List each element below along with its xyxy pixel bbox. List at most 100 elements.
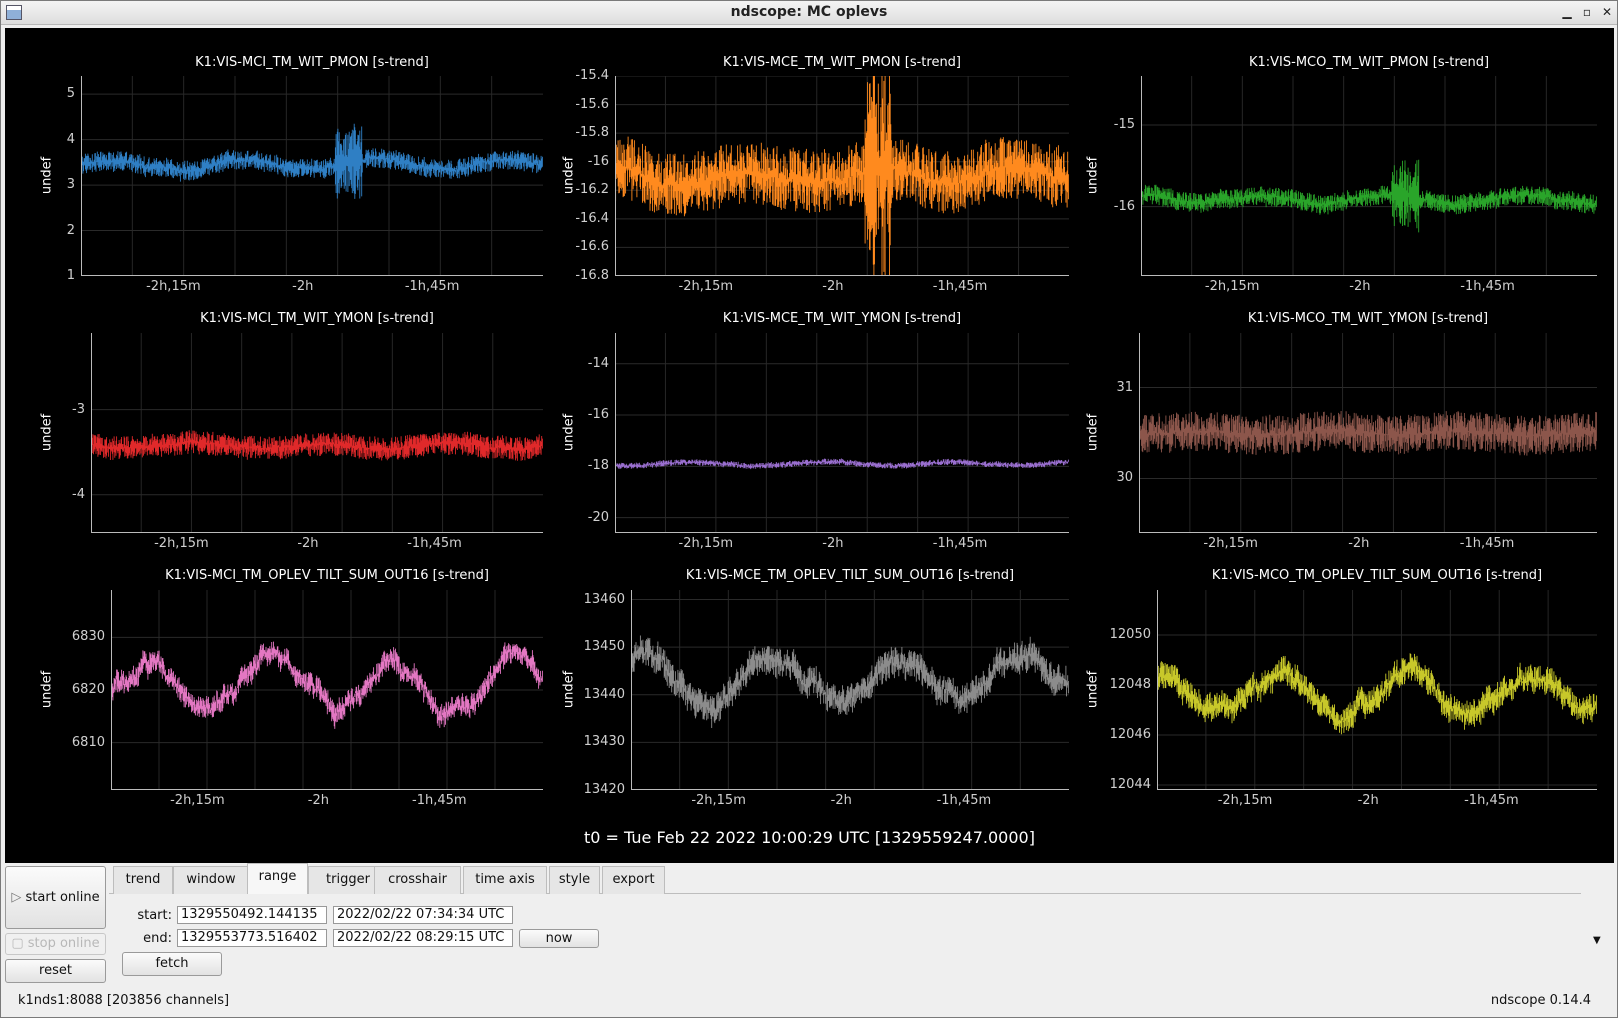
trend-trace [91, 430, 543, 461]
x-tick-label: -2h [1349, 279, 1371, 294]
play-icon: ▷ [11, 890, 26, 905]
end-utc-field[interactable]: 2022/02/22 08:29:15 UTC [333, 929, 513, 947]
x-tick-label: -2h,15m [170, 793, 225, 808]
x-tick-label: -2h [822, 536, 844, 551]
x-tick-label: -1h,45m [412, 793, 467, 808]
start-online-label: start online [25, 890, 100, 905]
start-online-button[interactable]: ▷ start online [5, 866, 106, 929]
y-tick-label: 6820 [71, 682, 105, 697]
t0-label: t0 = Tue Feb 22 2022 10:00:29 UTC [13295… [584, 828, 1035, 847]
y-tick-label: 5 [66, 86, 75, 102]
x-tick-label: -2h,15m [678, 536, 734, 551]
x-tick-label: -1h,45m [932, 536, 988, 551]
x-tick-label: -1h,45m [404, 279, 460, 294]
app-window: ndscope: MC oplevs ▁ ▫ ✕ t0 = Tue Feb 22… [0, 0, 1618, 1018]
end-gps-field[interactable]: 1329553773.516402 [177, 929, 327, 947]
x-tick-label: -1h,45m [932, 279, 988, 294]
y-tick-label: 13420 [583, 782, 625, 797]
y-tick-label: 12048 [1109, 677, 1151, 692]
y-tick-label: -20 [587, 509, 609, 525]
tab-time-axis[interactable]: time axis [463, 866, 547, 894]
panel-title: K1:VIS-MCI_TM_WIT_YMON [s-trend] [200, 311, 434, 326]
minimize-icon[interactable]: ▁ [1558, 3, 1576, 21]
y-tick-label: -3 [72, 401, 85, 417]
x-tick-label: -2h,15m [146, 279, 201, 294]
x-tick-label: -2h,15m [1217, 793, 1273, 808]
panel-title: K1:VIS-MCO_TM_WIT_PMON [s-trend] [1248, 55, 1490, 70]
start-gps-field[interactable]: 1329550492.144135 [177, 906, 327, 924]
trend-trace [1139, 411, 1597, 456]
grid [1141, 76, 1597, 276]
x-tick-label: -2h [297, 536, 319, 551]
x-tick-label: -2h [292, 279, 314, 294]
y-tick-label: 6830 [71, 629, 105, 645]
tab-trend[interactable]: trend [113, 866, 173, 894]
trend-trace [81, 123, 543, 199]
version-label: ndscope 0.14.4 [1490, 993, 1591, 1008]
dropdown-arrow-icon[interactable]: ▼ [1593, 935, 1601, 946]
x-tick-label: -1h,45m [1460, 279, 1515, 294]
grid [91, 333, 543, 533]
tab-range[interactable]: range [247, 863, 308, 894]
close-icon[interactable]: ✕ [1598, 3, 1616, 21]
y-tick-label: 30 [1116, 470, 1133, 486]
x-tick-label: -2h,15m [1204, 279, 1260, 294]
trend-trace [111, 641, 543, 729]
panel-title: K1:VIS-MCE_TM_WIT_YMON [s-trend] [722, 311, 962, 326]
trend-trace [631, 635, 1069, 728]
end-label: end: [143, 931, 172, 946]
tab-export[interactable]: export [602, 866, 665, 894]
trend-trace [1141, 159, 1597, 233]
title-bar[interactable]: ndscope: MC oplevs ▁ ▫ ✕ [1, 1, 1617, 25]
x-tick-label: -2h [1348, 536, 1370, 551]
maximize-icon[interactable]: ▫ [1578, 3, 1596, 21]
grid [81, 76, 543, 276]
panel-title: K1:VIS-MCE_TM_OPLEV_TILT_SUM_OUT16 [s-tr… [685, 568, 1015, 583]
y-tick-label: -15 [1113, 116, 1135, 132]
y-tick-label: -16.6 [575, 239, 609, 255]
x-tick-label: -2h,15m [154, 536, 209, 551]
y-tick-label: -15.6 [575, 96, 609, 112]
trend-plot[interactable] [81, 76, 543, 276]
x-tick-label: -1h,45m [1459, 536, 1515, 551]
trend-plot[interactable] [111, 590, 543, 790]
trend-plot[interactable] [1141, 76, 1597, 276]
y-tick-label: -16.4 [575, 210, 609, 226]
tab-style[interactable]: style [549, 866, 600, 894]
tab-window[interactable]: window [173, 866, 249, 894]
tab-crosshair[interactable]: crosshair [374, 866, 461, 894]
y-tick-label: 12044 [1109, 777, 1151, 792]
y-tick-label: -15.4 [575, 68, 609, 83]
y-tick-label: 12050 [1109, 627, 1151, 642]
y-axis-label: undef [1085, 156, 1101, 195]
trend-trace [1157, 653, 1597, 735]
y-tick-label: 13440 [583, 686, 625, 702]
y-tick-label: 6810 [71, 734, 105, 750]
y-tick-label: -15.8 [575, 125, 609, 141]
trend-plot[interactable] [1139, 333, 1597, 533]
panel-title: K1:VIS-MCO_TM_OPLEV_TILT_SUM_OUT16 [s-tr… [1211, 568, 1543, 583]
y-tick-label: -4 [72, 486, 85, 502]
y-tick-label: -16 [587, 153, 609, 169]
start-utc-field[interactable]: 2022/02/22 07:34:34 UTC [333, 906, 513, 924]
trend-trace [615, 458, 1069, 470]
panel-title: K1:VIS-MCI_TM_WIT_PMON [s-trend] [195, 55, 429, 70]
trend-plot[interactable] [631, 590, 1069, 790]
x-tick-label: -1h,45m [936, 793, 992, 808]
x-tick-label: -2h,15m [1203, 536, 1258, 551]
now-button[interactable]: now [519, 929, 599, 948]
y-tick-label: -16.2 [575, 182, 609, 198]
trend-plot[interactable] [615, 76, 1069, 276]
trend-plot[interactable] [1157, 590, 1597, 790]
trend-plot[interactable] [615, 333, 1069, 533]
plot-area[interactable]: t0 = Tue Feb 22 2022 10:00:29 UTC [13295… [5, 28, 1614, 863]
stop-online-button[interactable]: ▢ stop online [5, 933, 106, 955]
x-tick-label: -2h,15m [691, 793, 746, 808]
trend-plot[interactable] [91, 333, 543, 533]
y-tick-label: 2 [66, 222, 75, 238]
panel-title: K1:VIS-MCE_TM_WIT_PMON [s-trend] [722, 55, 962, 70]
reset-button[interactable]: reset [5, 959, 106, 983]
y-tick-label: -14 [587, 355, 609, 371]
grid [615, 333, 1069, 533]
fetch-button[interactable]: fetch [122, 952, 222, 976]
